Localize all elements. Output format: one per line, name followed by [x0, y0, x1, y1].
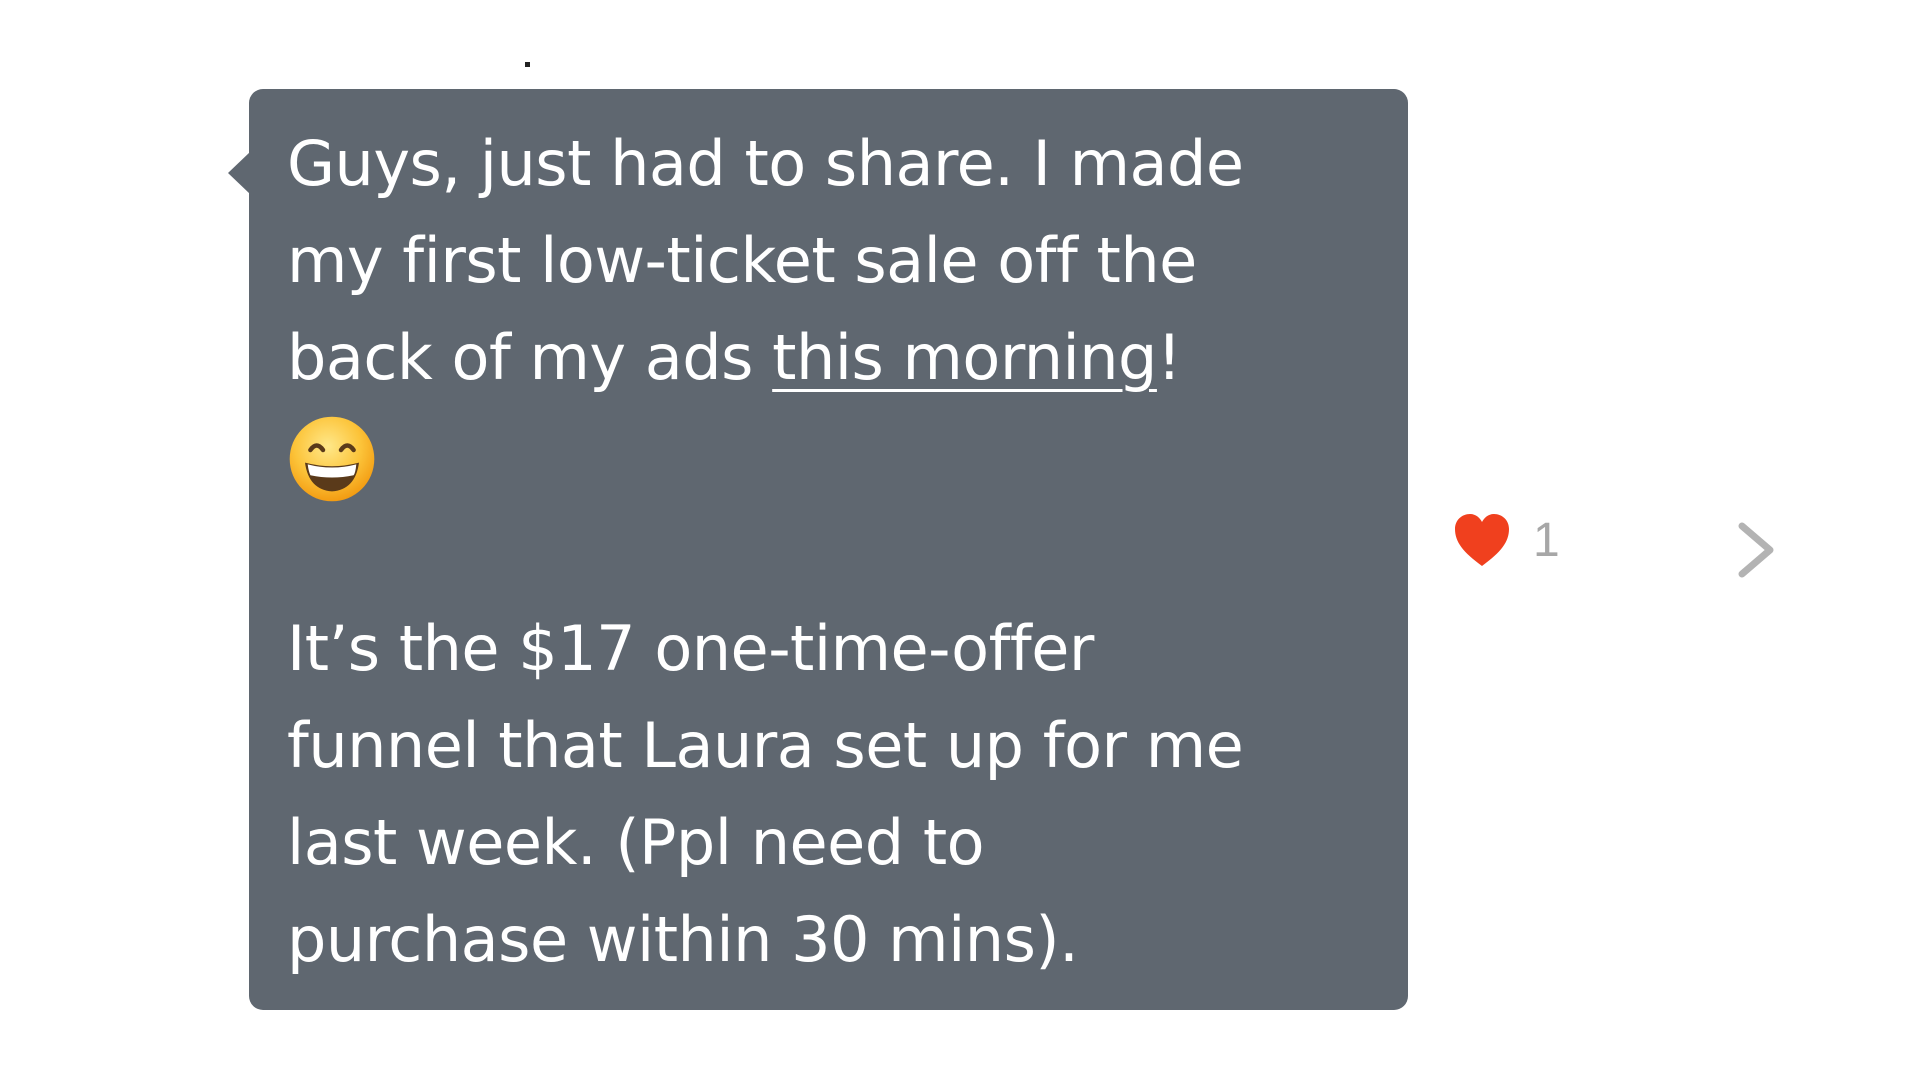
like-reaction[interactable]: 1	[1453, 512, 1560, 568]
message-line-4: It’s the $17 one-time-offer	[287, 612, 1094, 685]
message-line-5: funnel that Laura set up for me	[287, 709, 1244, 782]
message-line-2: my first low-ticket sale off the	[287, 224, 1197, 297]
this-morning-link[interactable]: this morning	[772, 321, 1157, 394]
message-line-1: Guys, just had to share. I made	[287, 127, 1244, 200]
message-line-3-prefix: back of my ads	[287, 321, 773, 394]
stray-dot	[525, 62, 530, 67]
message-line-3-suffix: !	[1156, 321, 1182, 394]
chat-view: Guys, just had to share. I made my first…	[0, 0, 1920, 1080]
message-line-6: last week. (Ppl need to	[287, 806, 985, 879]
like-count: 1	[1533, 513, 1560, 567]
bubble-tail	[228, 152, 250, 194]
grinning-face-emoji	[289, 416, 375, 502]
chevron-right-icon[interactable]	[1734, 520, 1778, 580]
message-line-3: back of my ads this morning!	[287, 309, 1378, 406]
message-line-7: purchase within 30 mins).	[287, 903, 1079, 976]
heart-icon[interactable]	[1453, 512, 1511, 568]
message-bubble[interactable]: Guys, just had to share. I made my first…	[249, 89, 1408, 1010]
